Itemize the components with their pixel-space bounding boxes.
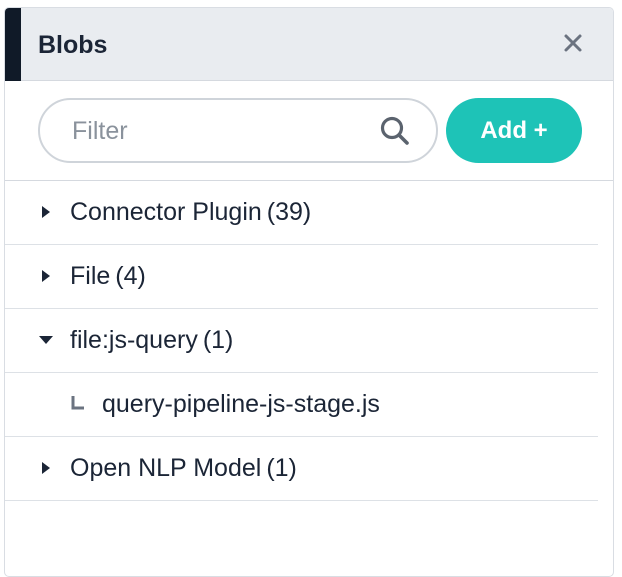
caret-right-icon[interactable]	[38, 202, 54, 222]
tree-item-file[interactable]: File (4)	[5, 245, 598, 309]
tree-item-query-pipeline-js-stage[interactable]: query-pipeline-js-stage.js	[5, 373, 598, 437]
tree-item-label: Connector Plugin (39)	[70, 197, 311, 227]
tree-item-name: query-pipeline-js-stage.js	[102, 390, 380, 418]
panel-title: Blobs	[38, 31, 108, 59]
close-button[interactable]	[555, 25, 591, 61]
tree-item-label: File (4)	[70, 261, 146, 291]
caret-right-icon[interactable]	[38, 458, 54, 478]
panel-toolbar: Add +	[5, 81, 613, 181]
filter-box	[38, 98, 438, 163]
tree-item-count: (4)	[115, 262, 146, 290]
caret-right-icon[interactable]	[38, 266, 54, 286]
tree-item-file-js-query[interactable]: file:js-query (1)	[5, 309, 598, 373]
tree-elbow-icon	[71, 396, 84, 410]
tree-item-name: File	[70, 262, 111, 290]
tree-item-count: (39)	[266, 198, 312, 226]
filter-input[interactable]	[72, 114, 362, 148]
header-accent-bar	[5, 8, 21, 81]
close-icon	[564, 34, 582, 52]
tree-item-open-nlp-model[interactable]: Open NLP Model (1)	[5, 437, 598, 501]
panel-header: Blobs	[5, 8, 613, 81]
blob-tree: Connector Plugin (39) File (4) file:js-que…	[5, 181, 598, 501]
tree-item-label: file:js-query (1)	[70, 325, 233, 355]
tree-item-name: Open NLP Model	[70, 454, 262, 482]
tree-item-count: (1)	[202, 326, 234, 354]
tree-item-name: file:js-query	[70, 326, 198, 354]
tree-item-count: (1)	[266, 454, 297, 482]
add-button[interactable]: Add +	[446, 98, 582, 163]
search-icon[interactable]	[378, 114, 412, 148]
tree-item-name: Connector Plugin	[70, 198, 262, 226]
tree-item-label: Open NLP Model (1)	[70, 453, 297, 483]
tree-item-connector-plugin[interactable]: Connector Plugin (39)	[5, 181, 598, 245]
blobs-panel: Blobs Add + Connector Plugin(39)	[4, 7, 614, 577]
caret-down-icon[interactable]	[38, 330, 54, 350]
